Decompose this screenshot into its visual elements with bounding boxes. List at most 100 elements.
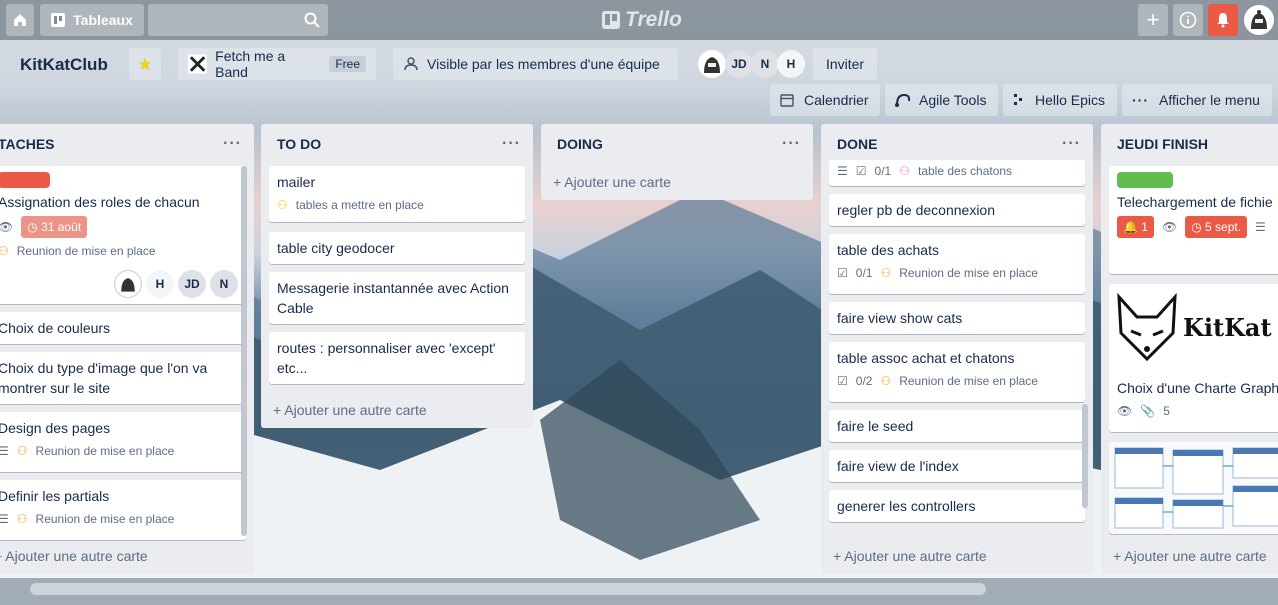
card[interactable]: Design des pages ☰ ⚇ Reunion de mise en pl… <box>0 412 246 472</box>
visibility-label: Visible par les membres d'une équipe <box>427 56 660 72</box>
card[interactable]: ☰ ☑ 0/1 ⚇ table des chatons <box>829 160 1085 186</box>
home-button[interactable] <box>6 4 34 36</box>
agile-tools-label: Agile Tools <box>919 92 987 108</box>
checklist-icon: ☑ <box>837 374 848 388</box>
list-scrollbar[interactable] <box>241 166 247 536</box>
add-card-button[interactable]: + Ajouter une carte <box>553 174 671 190</box>
card-title: Telechargement de fichie <box>1117 194 1273 210</box>
card[interactable]: faire le seed <box>829 410 1085 442</box>
card[interactable]: table des achats ☑ 0/1 ⚇ Reunion de mise en… <box>829 234 1085 294</box>
create-button[interactable]: + <box>1138 4 1168 36</box>
checklist-count: 0/2 <box>855 374 873 388</box>
card[interactable]: Assignation des roles de chacun 👁 ◷ 31 a… <box>0 166 246 304</box>
list-doing[interactable]: DOING ··· + Ajouter une carte <box>541 124 813 200</box>
member-avatar-owner[interactable] <box>698 50 726 78</box>
info-button[interactable] <box>1173 4 1203 36</box>
user-avatar[interactable] <box>1244 5 1274 35</box>
agile-tools-button[interactable]: Agile Tools <box>885 84 998 116</box>
card[interactable]: Choix de couleurs <box>0 312 246 344</box>
card[interactable]: Choix du type d'image que l'on va montre… <box>0 352 246 404</box>
fox-logo-icon <box>1117 293 1177 362</box>
list-title[interactable]: JEUDI FINISH <box>1117 136 1208 152</box>
add-card-label: Ajouter une autre carte <box>284 402 427 418</box>
card[interactable]: generer les controllers <box>829 490 1085 522</box>
member-avatar[interactable]: N <box>210 270 238 298</box>
scrollbar-thumb[interactable] <box>30 583 986 595</box>
member-avatar[interactable]: H <box>146 270 174 298</box>
list-menu-icon[interactable]: ··· <box>1062 135 1081 153</box>
card-label[interactable] <box>1117 172 1173 188</box>
card[interactable]: routes : personnaliser avec 'except' etc… <box>269 332 525 384</box>
card[interactable]: faire view de l'index <box>829 450 1085 482</box>
member-avatar-icon <box>704 57 720 73</box>
card-badges: 👁 ◷ 31 août <box>0 216 238 238</box>
notifications-button[interactable] <box>1208 4 1238 36</box>
card[interactable]: table assoc achat et chatons ☑ 0/2 ⚇ Reunio… <box>829 342 1085 402</box>
trello-logo[interactable]: Trello <box>602 8 682 32</box>
invite-button[interactable]: Inviter <box>813 48 877 80</box>
member-avatar[interactable]: N <box>751 50 779 78</box>
list-title[interactable]: TACHES <box>0 136 55 152</box>
member-avatar[interactable]: JD <box>178 270 206 298</box>
description-icon: ☰ <box>0 444 9 458</box>
team-logo-icon <box>188 54 208 74</box>
card[interactable]: KitKat Choix d'une Charte Graph 👁 📎 5 <box>1109 284 1278 432</box>
card[interactable]: Telechargement de fichie 🔔 1 👁 ◷ 5 sept.… <box>1109 166 1278 274</box>
calendar-powerup-button[interactable]: Calendrier <box>770 84 880 116</box>
card[interactable]: regler pb de deconnexion <box>829 194 1085 226</box>
list-menu-icon[interactable]: ··· <box>782 135 801 153</box>
notification-count: 1 <box>1141 220 1148 234</box>
card-badges: ⚇ tables a mettre en place <box>277 196 517 214</box>
epic-icon: ⚇ <box>899 164 910 178</box>
more-icon: ··· <box>1132 92 1149 108</box>
member-avatar[interactable]: JD <box>725 50 753 78</box>
card[interactable]: Definir les partials ☰ ⚇ Reunion de mise e… <box>0 480 246 540</box>
list-taches[interactable]: TACHES ··· Assignation des roles de chac… <box>0 124 254 574</box>
visibility-button[interactable]: Visible par les membres d'une équipe <box>393 48 678 80</box>
add-card-button[interactable]: + Ajouter une autre carte <box>1113 548 1267 564</box>
list-done[interactable]: DONE ··· ☰ ☑ 0/1 ⚇ table des chatons regler … <box>821 124 1093 574</box>
card-label[interactable] <box>0 172 50 188</box>
trello-logo-text: Trello <box>625 8 682 31</box>
search-input[interactable] <box>148 4 328 36</box>
member-avatar-owner[interactable] <box>114 270 142 298</box>
board-horizontal-scrollbar[interactable] <box>0 578 1278 605</box>
list-to-do[interactable]: TO DO ··· mailer ⚇ tables a mettre en pla… <box>261 124 533 428</box>
card-badges: ☰ ⚇ Reunion de mise en place <box>0 442 238 460</box>
checklist-name: tables a mettre en place <box>295 198 424 212</box>
star-button[interactable] <box>129 48 161 80</box>
list-title[interactable]: DOING <box>557 136 603 152</box>
list-menu-icon[interactable]: ··· <box>502 135 521 153</box>
notification-badge[interactable]: 🔔 1 <box>1117 216 1154 238</box>
add-card-button[interactable]: + Ajouter une autre carte <box>273 402 427 418</box>
list-menu-icon[interactable]: ··· <box>223 135 242 153</box>
card[interactable]: mailer ⚇ tables a mettre en place <box>269 166 525 222</box>
checklist-name: Reunion de mise en place <box>899 374 1038 388</box>
plus-icon: + <box>1146 7 1160 32</box>
due-date-badge[interactable]: ◷ 31 août <box>21 216 88 238</box>
card[interactable]: faire view show cats <box>829 302 1085 334</box>
list-title[interactable]: DONE <box>837 136 877 152</box>
due-date-badge[interactable]: ◷ 5 sept. <box>1185 216 1248 238</box>
show-menu-button[interactable]: ··· Afficher le menu <box>1122 84 1272 116</box>
eye-icon: 👁 <box>0 220 14 234</box>
home-icon <box>14 14 26 26</box>
card-diagram-cover[interactable] <box>1109 442 1278 534</box>
card[interactable]: Messagerie instantannée avec Action Cabl… <box>269 272 525 324</box>
board-title[interactable]: KitKatClub <box>20 55 108 75</box>
add-card-button[interactable]: + Ajouter une autre carte <box>833 548 987 564</box>
list-jeudi-finish[interactable]: JEUDI FINISH Telechargement de fichie 🔔 … <box>1101 124 1278 574</box>
card[interactable]: table city geodocer <box>269 232 525 264</box>
hello-epics-button[interactable]: Hello Epics <box>1003 84 1117 116</box>
list-scrollbar[interactable] <box>1082 404 1088 508</box>
member-avatar[interactable]: H <box>777 50 805 78</box>
epic-icon: ⚇ <box>0 244 9 258</box>
list-title[interactable]: TO DO <box>277 136 321 152</box>
checklist-count: 0/1 <box>874 164 892 178</box>
card-badges: ☰ ☑ 0/1 ⚇ table des chatons <box>837 162 1077 180</box>
team-button[interactable]: Fetch me a Band Free <box>178 48 376 80</box>
add-card-button[interactable]: + Ajouter une autre carte <box>0 548 148 564</box>
add-card-label: Ajouter une autre carte <box>844 548 987 564</box>
boards-button[interactable]: Tableaux <box>40 4 144 36</box>
card-members: H JD N <box>114 270 238 298</box>
